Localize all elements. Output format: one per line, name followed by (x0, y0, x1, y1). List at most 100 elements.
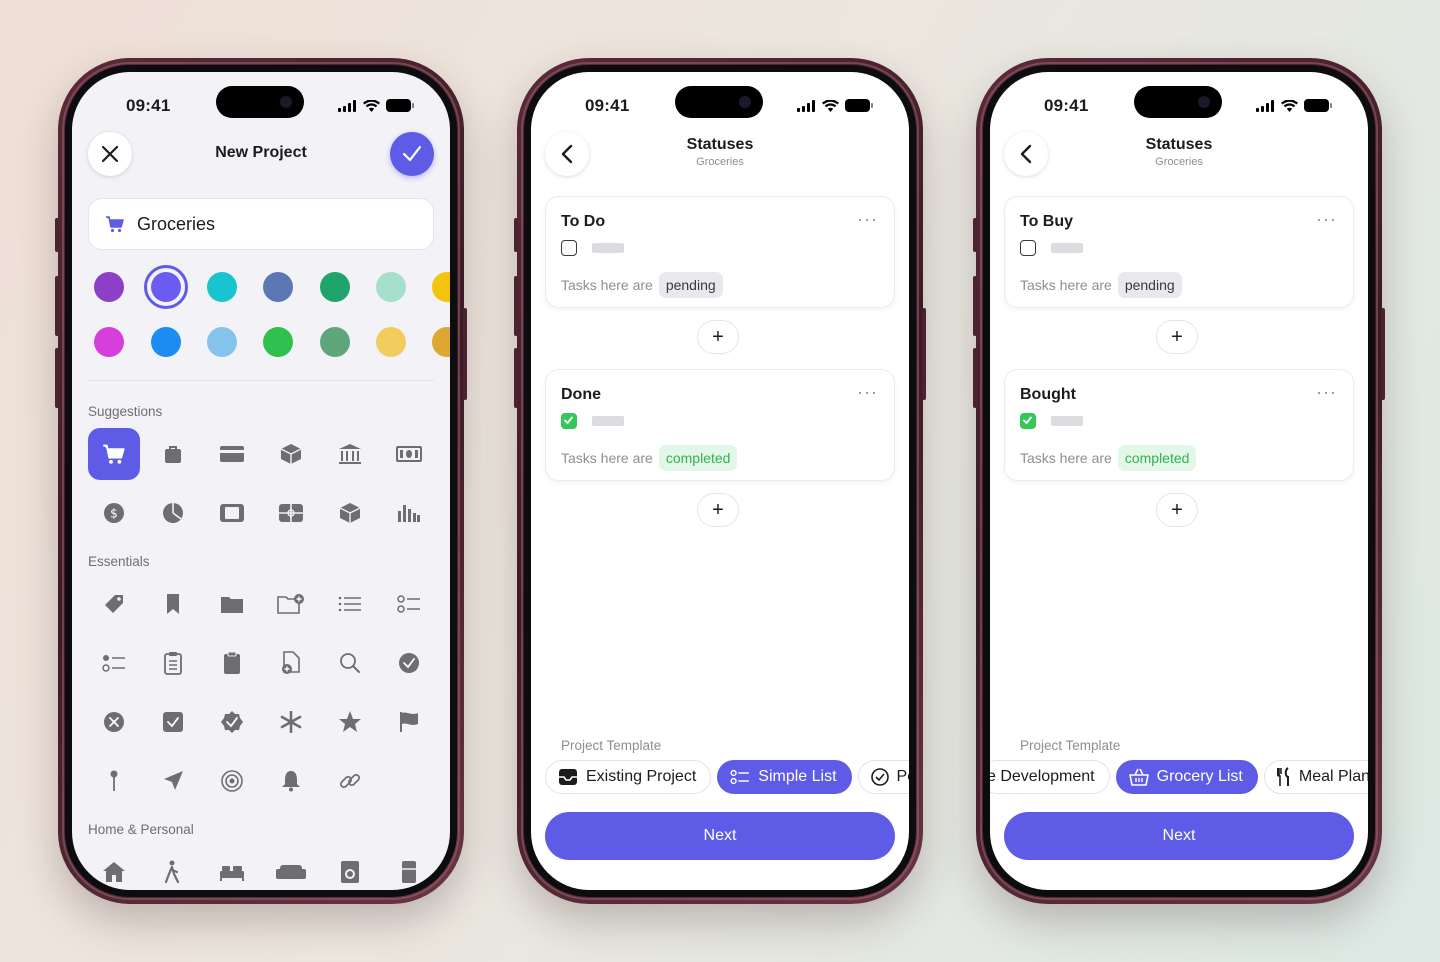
checkbox-icon (163, 712, 183, 732)
add-status-button[interactable]: + (697, 493, 739, 527)
icon-option-checklist[interactable] (383, 578, 435, 630)
checkbox-checked-icon (561, 413, 577, 429)
color-swatch[interactable] (207, 327, 237, 357)
add-status-button[interactable]: + (1156, 493, 1198, 527)
confirm-button[interactable] (390, 132, 434, 176)
icon-option-barchart[interactable] (383, 487, 435, 539)
color-swatch[interactable] (432, 272, 450, 302)
template-chip-row[interactable]: Existing Project Simple List Pe (545, 760, 909, 794)
icon-option-checkbox[interactable] (147, 696, 199, 748)
icon-option-piechart[interactable] (147, 487, 199, 539)
icon-option-star[interactable] (324, 696, 376, 748)
document-add-icon (282, 651, 300, 674)
icon-option-search[interactable] (324, 637, 376, 689)
color-swatch[interactable] (320, 272, 350, 302)
color-swatch[interactable] (320, 327, 350, 357)
icon-option-pin[interactable] (88, 755, 140, 807)
icon-option-location[interactable] (147, 755, 199, 807)
essentials-label: Essentials (88, 554, 150, 569)
status-card-completed[interactable]: Done ··· Tasks here are completed (545, 369, 895, 481)
page-subtitle: Groceries (696, 156, 744, 168)
icon-option-folder-add[interactable] (265, 578, 317, 630)
next-button[interactable]: Next (1004, 812, 1354, 860)
icon-option-bell[interactable] (265, 755, 317, 807)
color-swatch[interactable] (376, 272, 406, 302)
status-title[interactable]: To Do (561, 213, 605, 231)
color-swatch[interactable] (94, 327, 124, 357)
icon-option-bank[interactable] (324, 428, 376, 480)
icon-option-target[interactable] (206, 755, 258, 807)
icon-option-washer[interactable] (324, 846, 376, 890)
more-options-icon[interactable]: ··· (1316, 382, 1337, 403)
icon-option-badge[interactable] (206, 696, 258, 748)
icon-option-doc-add[interactable] (265, 637, 317, 689)
icon-option-bookmark[interactable] (147, 578, 199, 630)
icon-option-walking[interactable] (147, 846, 199, 890)
icon-option-package[interactable] (324, 487, 376, 539)
color-swatch[interactable] (376, 327, 406, 357)
icon-option-sofa[interactable] (265, 846, 317, 890)
status-card-pending[interactable]: To Do ··· Tasks here are pending (545, 196, 895, 308)
project-name-field[interactable] (88, 198, 434, 250)
checklist-checked-icon (102, 655, 125, 672)
icon-option-x-circle[interactable] (88, 696, 140, 748)
icon-option-fridge[interactable] (383, 846, 435, 890)
more-options-icon[interactable]: ··· (1316, 209, 1337, 230)
home-personal-label: Home & Personal (88, 822, 194, 837)
icon-option-tag[interactable] (88, 578, 140, 630)
icon-option-clipboard-list[interactable] (147, 637, 199, 689)
icon-option-banknote[interactable] (383, 428, 435, 480)
template-chip-simple-list[interactable]: Simple List (717, 760, 852, 794)
folder-icon (221, 597, 243, 613)
icon-option-asterisk[interactable] (265, 696, 317, 748)
icon-option-box[interactable] (265, 428, 317, 480)
add-status-button[interactable]: + (697, 320, 739, 354)
placeholder-bar (1051, 416, 1083, 426)
status-card-completed[interactable]: Bought ··· Tasks here are completed (1004, 369, 1354, 481)
icon-option-list[interactable] (324, 578, 376, 630)
template-chip-label: Simple List (758, 768, 837, 785)
icon-option-link[interactable] (324, 755, 376, 807)
color-swatch[interactable] (263, 272, 293, 302)
more-options-icon[interactable]: ··· (857, 382, 878, 403)
target-icon (221, 770, 243, 792)
icon-option-bed[interactable] (206, 846, 258, 890)
add-status-button[interactable]: + (1156, 320, 1198, 354)
icon-option-film[interactable] (206, 487, 258, 539)
template-chip-meal-plan[interactable]: Meal Plan (1263, 760, 1368, 794)
template-chip-development[interactable]: e Development (990, 760, 1110, 794)
status-badge-completed: completed (658, 445, 738, 471)
icon-option-bag[interactable] (147, 428, 199, 480)
icon-option-check-circle[interactable] (383, 637, 435, 689)
icon-option-clipboard[interactable] (206, 637, 258, 689)
checklist-icon (730, 769, 750, 785)
status-title[interactable]: Done (561, 386, 601, 404)
color-swatch[interactable] (432, 327, 450, 357)
icon-option-house[interactable] (88, 846, 140, 890)
icon-option-creditcard[interactable] (206, 428, 258, 480)
template-chip-partial[interactable]: Pe (857, 760, 909, 794)
next-button[interactable]: Next (545, 812, 895, 860)
status-desc-text: Tasks here are (561, 277, 653, 293)
color-swatch-selected[interactable] (144, 265, 188, 309)
color-swatch[interactable] (207, 272, 237, 302)
icon-option-checklist-done[interactable] (88, 637, 140, 689)
color-swatch[interactable] (94, 272, 124, 302)
template-chip-grocery-list[interactable]: Grocery List (1115, 760, 1258, 794)
battery-icon (386, 99, 414, 112)
icon-option-folder[interactable] (206, 578, 258, 630)
icon-option-cart-selected[interactable] (88, 428, 140, 480)
icon-option-dollar[interactable]: $ (88, 487, 140, 539)
status-title[interactable]: To Buy (1020, 213, 1073, 231)
template-chip-row[interactable]: e Development Grocery List Meal Plan (990, 760, 1368, 794)
bank-icon (339, 444, 361, 464)
more-options-icon[interactable]: ··· (857, 209, 878, 230)
template-chip-existing-project[interactable]: Existing Project (545, 760, 712, 794)
icon-option-flag[interactable] (383, 696, 435, 748)
icon-option-gift[interactable] (265, 487, 317, 539)
status-title[interactable]: Bought (1020, 386, 1076, 404)
status-card-pending[interactable]: To Buy ··· Tasks here are pending (1004, 196, 1354, 308)
project-name-input[interactable] (137, 213, 377, 235)
color-swatch[interactable] (151, 327, 181, 357)
color-swatch[interactable] (263, 327, 293, 357)
